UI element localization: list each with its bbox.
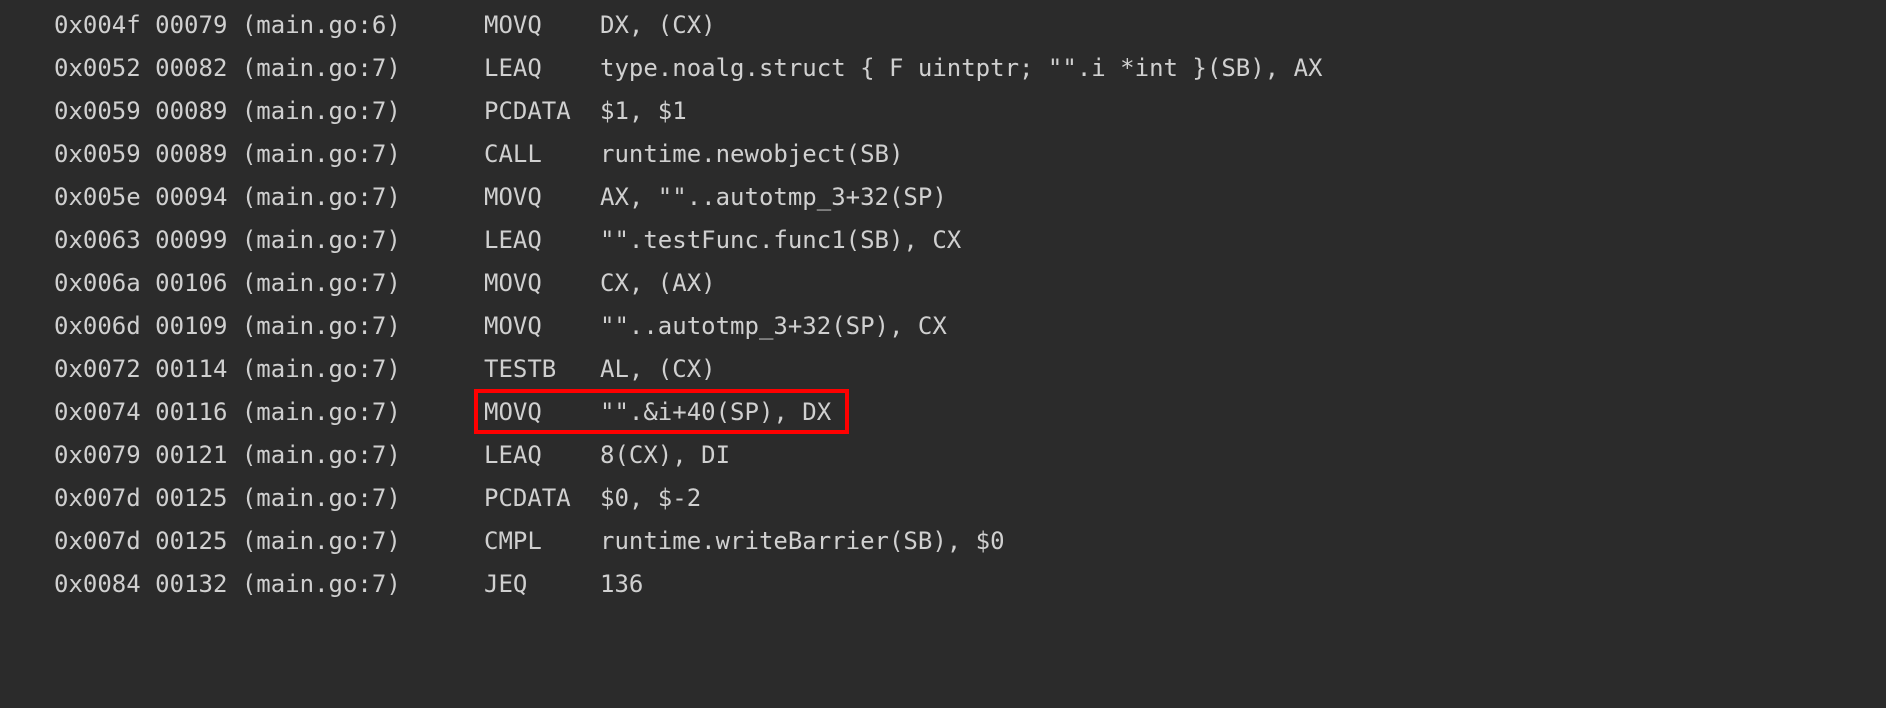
- asm-row[interactable]: 0x0072 00114 (main.go:7)TESTBAL, (CX): [54, 348, 1886, 391]
- address-col: 0x006d 00109 (main.go:7): [54, 305, 484, 348]
- address-col: 0x007d 00125 (main.go:7): [54, 477, 484, 520]
- operands: $1, $1: [600, 90, 687, 133]
- operands: runtime.writeBarrier(SB), $0: [600, 520, 1005, 563]
- operands: "".testFunc.func1(SB), CX: [600, 219, 961, 262]
- asm-row[interactable]: 0x0063 00099 (main.go:7)LEAQ"".testFunc.…: [54, 219, 1886, 262]
- operands: type.noalg.struct { F uintptr; "".i *int…: [600, 47, 1322, 90]
- mnemonic: MOVQ: [484, 305, 600, 348]
- mnemonic: TESTB: [484, 348, 600, 391]
- operands: 136: [600, 563, 643, 606]
- mnemonic: JEQ: [484, 563, 600, 606]
- address-col: 0x0059 00089 (main.go:7): [54, 90, 484, 133]
- asm-row[interactable]: 0x004f 00079 (main.go:6)MOVQDX, (CX): [54, 4, 1886, 47]
- mnemonic: MOVQ: [484, 262, 600, 305]
- operands: runtime.newobject(SB): [600, 133, 903, 176]
- mnemonic: CALL: [484, 133, 600, 176]
- asm-row-highlighted[interactable]: 0x0074 00116 (main.go:7)MOVQ"".&i+40(SP)…: [54, 391, 1886, 434]
- mnemonic: LEAQ: [484, 219, 600, 262]
- asm-row[interactable]: 0x0079 00121 (main.go:7)LEAQ8(CX), DI: [54, 434, 1886, 477]
- operands: CX, (AX): [600, 262, 716, 305]
- asm-row[interactable]: 0x0052 00082 (main.go:7)LEAQtype.noalg.s…: [54, 47, 1886, 90]
- assembly-listing: 0x004f 00079 (main.go:6)MOVQDX, (CX)0x00…: [0, 0, 1886, 606]
- mnemonic: MOVQ: [484, 391, 600, 434]
- address-col: 0x0052 00082 (main.go:7): [54, 47, 484, 90]
- asm-row[interactable]: 0x0084 00132 (main.go:7)JEQ136: [54, 563, 1886, 606]
- operands: ""..autotmp_3+32(SP), CX: [600, 305, 947, 348]
- operands: "".&i+40(SP), DX: [600, 391, 831, 434]
- asm-row[interactable]: 0x006a 00106 (main.go:7)MOVQCX, (AX): [54, 262, 1886, 305]
- address-col: 0x005e 00094 (main.go:7): [54, 176, 484, 219]
- mnemonic: LEAQ: [484, 434, 600, 477]
- address-col: 0x0072 00114 (main.go:7): [54, 348, 484, 391]
- mnemonic: CMPL: [484, 520, 600, 563]
- address-col: 0x004f 00079 (main.go:6): [54, 4, 484, 47]
- asm-row[interactable]: 0x007d 00125 (main.go:7)CMPLruntime.writ…: [54, 520, 1886, 563]
- mnemonic: MOVQ: [484, 176, 600, 219]
- address-col: 0x0063 00099 (main.go:7): [54, 219, 484, 262]
- asm-row[interactable]: 0x005e 00094 (main.go:7)MOVQAX, ""..auto…: [54, 176, 1886, 219]
- operands: AL, (CX): [600, 348, 716, 391]
- mnemonic: LEAQ: [484, 47, 600, 90]
- asm-row[interactable]: 0x006d 00109 (main.go:7)MOVQ""..autotmp_…: [54, 305, 1886, 348]
- mnemonic: PCDATA: [484, 477, 600, 520]
- address-col: 0x0074 00116 (main.go:7): [54, 391, 484, 434]
- address-col: 0x0084 00132 (main.go:7): [54, 563, 484, 606]
- address-col: 0x0059 00089 (main.go:7): [54, 133, 484, 176]
- operands: AX, ""..autotmp_3+32(SP): [600, 176, 947, 219]
- operands: DX, (CX): [600, 4, 716, 47]
- address-col: 0x006a 00106 (main.go:7): [54, 262, 484, 305]
- mnemonic: PCDATA: [484, 90, 600, 133]
- address-col: 0x0079 00121 (main.go:7): [54, 434, 484, 477]
- asm-row[interactable]: 0x007d 00125 (main.go:7)PCDATA$0, $-2: [54, 477, 1886, 520]
- mnemonic: MOVQ: [484, 4, 600, 47]
- asm-row[interactable]: 0x0059 00089 (main.go:7)CALLruntime.newo…: [54, 133, 1886, 176]
- operands: 8(CX), DI: [600, 434, 730, 477]
- address-col: 0x007d 00125 (main.go:7): [54, 520, 484, 563]
- asm-row[interactable]: 0x0059 00089 (main.go:7)PCDATA$1, $1: [54, 90, 1886, 133]
- operands: $0, $-2: [600, 477, 701, 520]
